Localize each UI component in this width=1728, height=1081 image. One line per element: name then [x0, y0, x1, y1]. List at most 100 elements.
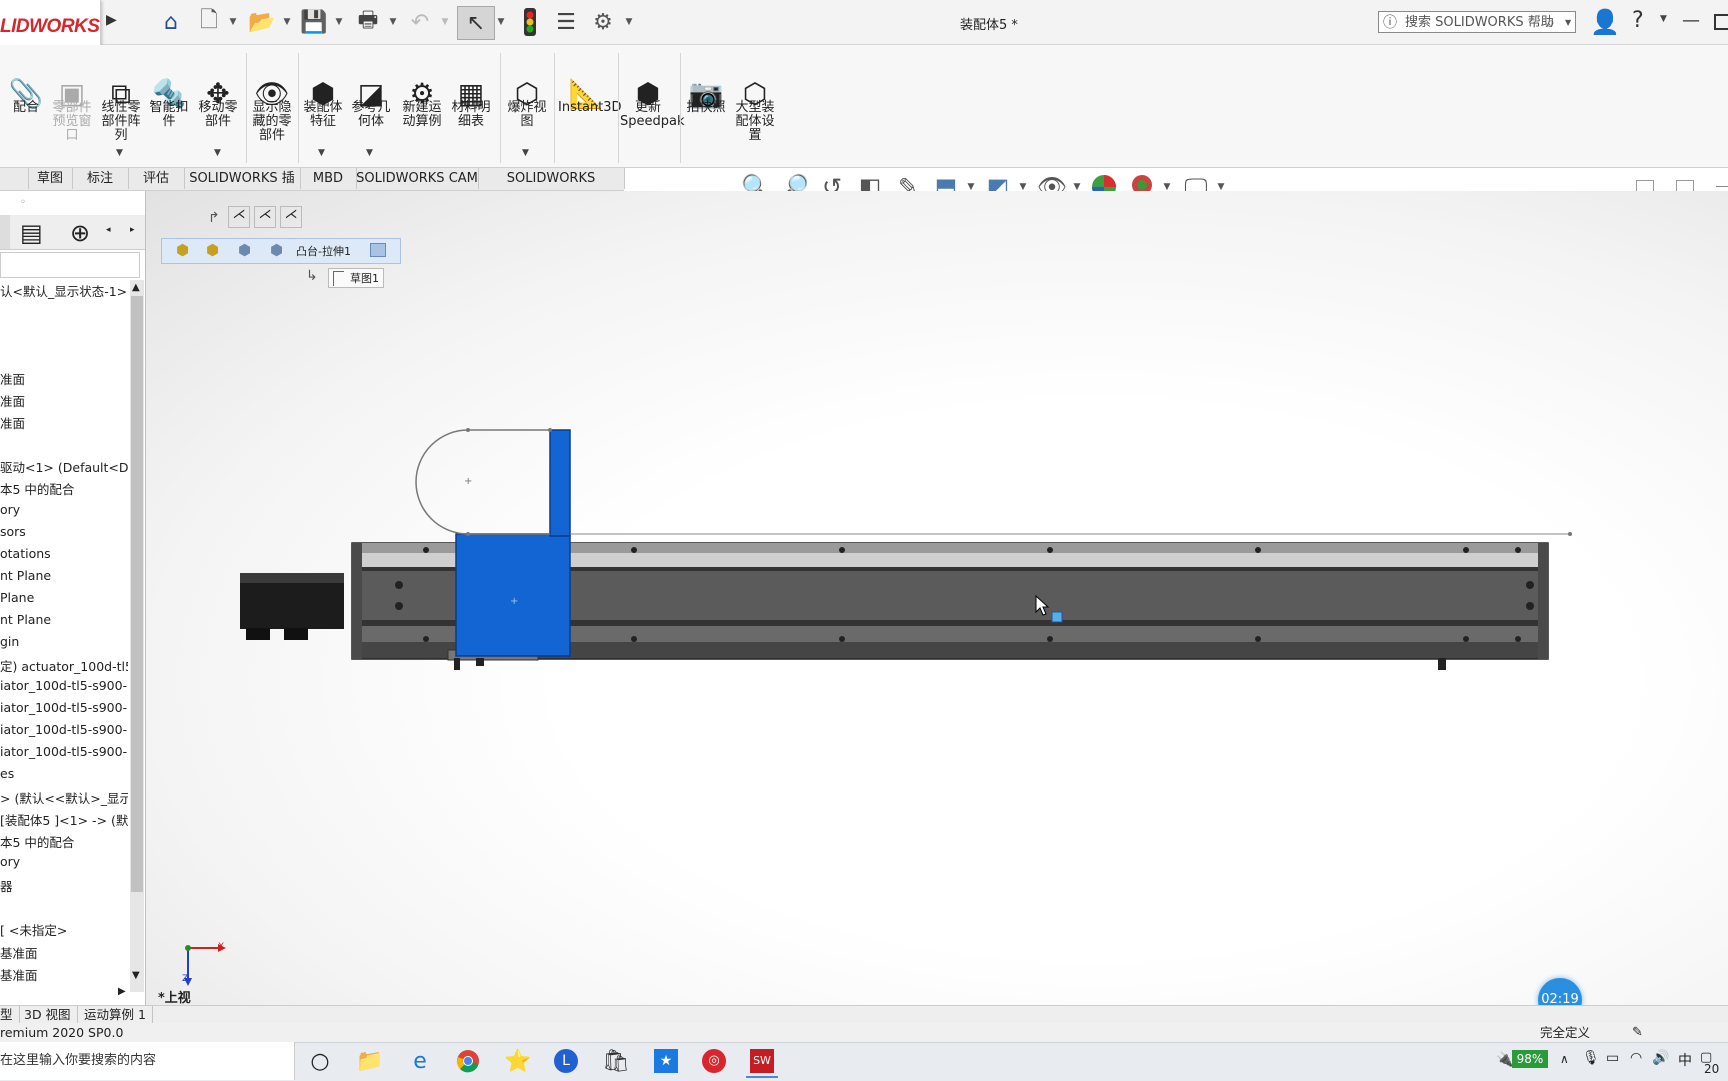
select-dropdown-icon[interactable]: ▼ [496, 6, 506, 38]
new-dropdown-icon[interactable]: ▼ [228, 6, 238, 38]
panel-splitter-handle[interactable]: ◦ [20, 197, 26, 208]
help-menu-icon[interactable]: ? [1632, 8, 1644, 33]
open-icon[interactable]: 📂 [246, 6, 278, 38]
print-icon[interactable]: 🖶 [352, 6, 384, 38]
tab-assembly[interactable] [0, 168, 29, 189]
tree-item[interactable]: 本5 中的配合 [0, 479, 128, 498]
undo-icon[interactable]: ↶ [406, 6, 434, 38]
open-dropdown-icon[interactable]: ▼ [282, 6, 292, 38]
undo-dropdown-icon[interactable]: ▼ [440, 6, 450, 38]
tabs-scroll-left-icon[interactable]: ◂ [106, 225, 111, 235]
wifi-icon[interactable]: ◠ [1630, 1050, 1642, 1066]
tree-item[interactable]: 准面 [0, 391, 128, 410]
tree-item[interactable]: [装配体5 ]<1> -> (默认 [0, 810, 128, 829]
tabs-scroll-right-icon[interactable]: ▸ [130, 225, 135, 235]
help-dropdown-icon[interactable]: ▼ [1660, 14, 1667, 24]
mate-symbol-icon[interactable]: ⋌ [228, 206, 250, 228]
app-blue-star-icon[interactable]: ★ [650, 1046, 682, 1076]
bill-of-materials-button[interactable]: ▦ 材料明细表 [450, 45, 492, 163]
tree-item[interactable]: nt Plane [0, 612, 128, 627]
tree-item[interactable]: gin [0, 634, 128, 649]
minimize-icon[interactable]: — [1682, 10, 1700, 31]
tree-scrollbar-thumb[interactable] [131, 296, 143, 892]
save-dropdown-icon[interactable]: ▼ [334, 6, 344, 38]
tree-item[interactable]: [ <未指定> [0, 920, 128, 939]
instant3d-button[interactable]: 📐 Instant3D [558, 45, 622, 163]
scroll-up-icon[interactable]: ▲ [132, 282, 140, 293]
task-view-icon[interactable]: ○ [304, 1046, 336, 1076]
tree-item[interactable]: ory [0, 854, 128, 869]
home-icon[interactable]: ⌂ [156, 6, 186, 38]
sketch-point[interactable] [466, 532, 470, 536]
store-icon[interactable]: 🛍 [600, 1046, 632, 1076]
scroll-down-icon[interactable]: ▼ [132, 970, 140, 981]
microphone-icon[interactable]: 🎙 [1582, 1050, 1600, 1066]
rebuild-status-icon[interactable]: ✎ [1632, 1023, 1643, 1042]
face-breadcrumb-icon[interactable] [370, 243, 386, 257]
select-icon[interactable]: ↖ [457, 6, 495, 40]
scroll-right-icon[interactable]: ▶ [118, 986, 126, 997]
mate-symbol-icon[interactable]: ⋌ [280, 206, 302, 228]
body-breadcrumb-icon[interactable]: ⬢ [270, 241, 283, 259]
move-component-button[interactable]: ✥ 移动零部件 [196, 45, 240, 163]
take-snapshot-button[interactable]: 📷 拍快照 [684, 45, 728, 163]
part-breadcrumb-icon[interactable]: ⬢ [238, 241, 251, 259]
file-properties-icon[interactable]: ☰ [552, 6, 580, 38]
chrome-browser-icon[interactable] [452, 1046, 484, 1076]
subassembly-breadcrumb-icon[interactable]: ⬢ [206, 241, 219, 259]
tab-3d-view[interactable]: 3D 视图 [18, 1006, 78, 1024]
tree-item[interactable]: 准面 [0, 413, 128, 432]
new-icon[interactable]: 🗋 [196, 6, 222, 38]
large-assembly-settings-button[interactable]: ⬡ 大型装配体设置 [732, 45, 778, 163]
tree-item[interactable]: 基准面 [0, 943, 128, 962]
mate-symbol-icon[interactable]: ⋌ [254, 206, 276, 228]
tree-item[interactable]: 驱动<1> (Default<Displ [0, 457, 128, 476]
taskbar-search-input[interactable]: 在这里输入你要搜索的内容 [0, 1042, 295, 1080]
show-hidden-components-button[interactable]: 👁 显示隐藏的零部件 [250, 45, 294, 163]
options-dropdown-icon[interactable]: ▼ [624, 6, 634, 38]
sketch-point[interactable] [466, 428, 470, 432]
breadcrumb-feature[interactable]: 凸台-拉伸1 [296, 243, 351, 259]
tree-item[interactable]: ory [0, 502, 128, 517]
tree-item[interactable]: 基准面 [0, 965, 128, 984]
feature-tree-tab[interactable] [0, 215, 10, 249]
tab-model[interactable]: 型 [0, 1006, 20, 1024]
tab-solidworks-addins[interactable]: SOLIDWORKS 插件 [184, 168, 301, 207]
extruded-boss-block[interactable] [455, 533, 571, 657]
edge-browser-icon[interactable]: e [404, 1046, 436, 1076]
viewport-minimize-icon[interactable] [1716, 186, 1728, 187]
tree-item[interactable]: 定) actuator_100d-tl5-s9 [0, 656, 128, 675]
selection-handle[interactable] [1051, 611, 1063, 623]
sketch-point[interactable] [548, 428, 552, 432]
tree-item[interactable]: es [0, 766, 128, 781]
volume-icon[interactable]: 🔊 [1652, 1050, 1669, 1066]
expand-menu-icon[interactable]: ▶ [106, 12, 117, 28]
new-motion-study-button[interactable]: ⚙ 新建运动算例 [400, 45, 444, 163]
tree-item[interactable]: Plane [0, 590, 128, 605]
options-icon[interactable]: ⚙ [588, 6, 618, 38]
taskbar-clock[interactable]: 20 [1704, 1062, 1719, 1076]
tab-solidworks-inspection[interactable]: SOLIDWORKS Inspection [478, 168, 625, 207]
tree-item[interactable]: 准面 [0, 369, 128, 388]
tray-expand-icon[interactable]: ∧ [1560, 1052, 1569, 1066]
help-search-input[interactable]: ⓘ 搜索 SOLIDWORKS 帮助 ⌕ ▼ [1378, 11, 1576, 33]
component-preview-button[interactable]: ▣ 零部件预览窗口 [50, 45, 94, 163]
tree-item[interactable]: 认<默认_显示状态-1>) [0, 281, 128, 300]
tree-item[interactable]: iator_100d-tl5-s900-m [0, 678, 128, 693]
file-explorer-icon[interactable]: 📁 [354, 1046, 386, 1076]
breadcrumb-sketch[interactable]: 草图1 [328, 268, 384, 288]
netease-music-icon[interactable]: ◎ [698, 1046, 730, 1076]
extruded-boss-upright[interactable] [549, 429, 571, 537]
rebuild-icon[interactable] [516, 6, 544, 38]
exploded-view-dropdown-icon[interactable]: ▼ [522, 148, 529, 158]
property-manager-tab-icon[interactable]: ▤ [20, 219, 43, 247]
solidworks-logo[interactable]: LIDWORKS [0, 0, 101, 46]
tree-filter-input[interactable] [0, 252, 140, 278]
exploded-view-button[interactable]: ⬡ 爆炸视图 [504, 45, 550, 163]
solidworks-taskbar-icon[interactable]: SW [746, 1046, 778, 1078]
tab-markup[interactable]: 标注 [72, 168, 129, 189]
tree-item[interactable]: sors [0, 524, 128, 539]
tab-motion-study[interactable]: 运动算例 1 [78, 1006, 153, 1024]
mate-button[interactable]: 📎 配合 [8, 45, 44, 163]
tree-item[interactable]: otations [0, 546, 128, 561]
